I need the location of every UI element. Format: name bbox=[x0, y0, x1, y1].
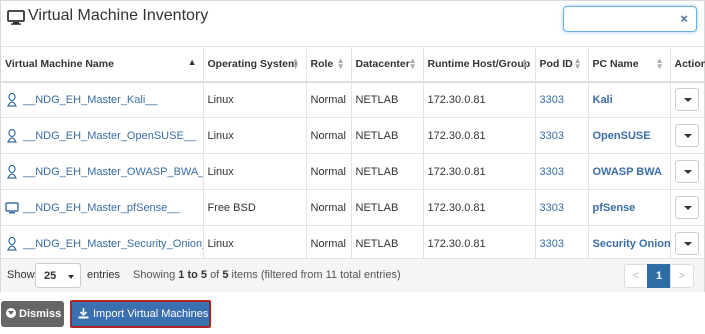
page-1-button[interactable]: 1 bbox=[647, 264, 671, 288]
page-size-select[interactable]: 25 bbox=[35, 263, 81, 288]
datacenter-cell: NETLAB bbox=[351, 189, 424, 226]
sort-icon: ▲ ▼ bbox=[573, 56, 582, 71]
os-cell: Linux bbox=[203, 81, 307, 118]
table-header-row: Virtual Machine Name ▲ Operating System ▲ ▼… bbox=[1, 46, 705, 83]
column-header-vm-name[interactable]: Virtual Machine Name ▲ bbox=[1, 46, 204, 83]
linux-icon bbox=[7, 164, 17, 179]
os-cell: Free BSD bbox=[203, 189, 307, 226]
vm-table: Virtual Machine Name ▲ Operating System ▲ ▼… bbox=[1, 46, 705, 262]
next-page-button[interactable]: > bbox=[670, 264, 694, 288]
column-header-pod-id[interactable]: Pod ID ▲ ▼ bbox=[535, 46, 589, 83]
table-footer: Show 25 entries Showing 1 to 5 of 5 item… bbox=[1, 258, 704, 292]
host-cell: 172.30.0.81 bbox=[423, 117, 536, 154]
role-cell: Normal bbox=[306, 189, 352, 226]
action-dropdown-button[interactable] bbox=[674, 88, 699, 112]
pc-name-link[interactable]: Security Onion bbox=[593, 238, 670, 250]
role-cell: Normal bbox=[306, 225, 352, 262]
linux-icon bbox=[7, 236, 17, 251]
role-cell: Normal bbox=[306, 153, 352, 190]
linux-icon bbox=[7, 92, 17, 107]
pod-id-link[interactable]: 3303 bbox=[540, 94, 564, 106]
host-cell: 172.30.0.81 bbox=[423, 81, 536, 118]
column-header-datacenter[interactable]: Datacenter ▲ ▼ bbox=[351, 46, 424, 83]
sort-icon: ▲ ▼ bbox=[655, 56, 664, 71]
role-cell: Normal bbox=[306, 81, 352, 118]
sort-icon: ▲ ▼ bbox=[520, 56, 529, 71]
host-cell: 172.30.0.81 bbox=[423, 153, 536, 190]
pc-name-link[interactable]: OpenSUSE bbox=[593, 130, 651, 142]
close-icon[interactable]: × bbox=[680, 11, 688, 26]
column-header-action: Action bbox=[670, 46, 705, 83]
sort-icon: ▲ ▼ bbox=[408, 56, 417, 71]
dismiss-button[interactable]: Dismiss bbox=[1, 301, 64, 327]
sort-icon: ▲ ▼ bbox=[291, 56, 300, 71]
pod-id-link[interactable]: 3303 bbox=[540, 238, 564, 250]
pagination: < 1 > bbox=[624, 264, 694, 288]
datacenter-cell: NETLAB bbox=[351, 153, 424, 190]
vm-name-link[interactable]: __NDG_EH_Master_OWASP_BWA__ bbox=[23, 165, 202, 177]
pc-name-link[interactable]: Kali bbox=[593, 94, 613, 106]
import-vms-button[interactable]: Import Virtual Machines bbox=[70, 300, 211, 328]
pod-id-link[interactable]: 3303 bbox=[540, 202, 564, 214]
os-cell: Linux bbox=[203, 117, 307, 154]
page-title: Virtual Machine Inventory bbox=[28, 7, 209, 24]
pod-id-link[interactable]: 3303 bbox=[540, 130, 564, 142]
vm-name-link[interactable]: __NDG_EH_Master_pfSense__ bbox=[23, 201, 180, 213]
pod-id-link[interactable]: 3303 bbox=[540, 166, 564, 178]
table-info: Showing 1 to 5 of 5 items (filtered from… bbox=[133, 269, 401, 281]
datacenter-cell: NETLAB bbox=[351, 117, 424, 154]
vm-name-link[interactable]: __NDG_EH_Master_OpenSUSE__ bbox=[23, 129, 196, 141]
search-input[interactable]: × bbox=[563, 6, 697, 32]
os-cell: Linux bbox=[203, 153, 307, 190]
table-row: __NDG_EH_Master_Security_Onion__ Linux N… bbox=[1, 225, 704, 262]
table-row: __NDG_EH_Master_OpenSUSE__ Linux Normal … bbox=[1, 117, 704, 154]
monitor-icon bbox=[7, 10, 25, 25]
column-header-role[interactable]: Role ▲ ▼ bbox=[306, 46, 352, 83]
role-cell: Normal bbox=[306, 117, 352, 154]
datacenter-cell: NETLAB bbox=[351, 225, 424, 262]
monitor-icon bbox=[5, 201, 19, 213]
vm-name-link[interactable]: __NDG_EH_Master_Kali__ bbox=[23, 94, 158, 106]
pc-name-link[interactable]: pfSense bbox=[593, 202, 636, 214]
datacenter-cell: NETLAB bbox=[351, 81, 424, 118]
action-dropdown-button[interactable] bbox=[674, 232, 699, 255]
linux-icon bbox=[7, 128, 17, 143]
table-row: __NDG_EH_Master_Kali__ Linux Normal NETL… bbox=[1, 81, 704, 118]
download-icon bbox=[78, 308, 89, 319]
column-header-os[interactable]: Operating System ▲ ▼ bbox=[203, 46, 307, 83]
show-label: Show bbox=[7, 269, 35, 281]
panel-header: Virtual Machine Inventory × bbox=[1, 1, 704, 41]
pc-name-link[interactable]: OWASP BWA bbox=[593, 166, 662, 178]
circle-arrow-down-icon bbox=[6, 308, 16, 318]
caret-down-icon bbox=[68, 275, 74, 279]
sort-asc-icon: ▲ bbox=[187, 57, 197, 67]
entries-label: entries bbox=[87, 269, 121, 281]
action-dropdown-button[interactable] bbox=[674, 124, 699, 147]
table-row: __NDG_EH_Master_pfSense__ Free BSD Norma… bbox=[1, 189, 704, 226]
page-size-value: 25 bbox=[44, 270, 57, 282]
sort-icon: ▲ ▼ bbox=[336, 56, 345, 71]
os-cell: Linux bbox=[203, 225, 307, 262]
vm-name-link[interactable]: __NDG_EH_Master_Security_Onion__ bbox=[23, 237, 202, 249]
column-header-runtime-host[interactable]: Runtime Host/Group ▲ ▼ bbox=[423, 46, 536, 83]
inventory-panel: Virtual Machine Inventory × Virtual Mach… bbox=[0, 0, 705, 292]
action-dropdown-button[interactable] bbox=[674, 196, 699, 219]
table-row: __NDG_EH_Master_OWASP_BWA__ Linux Normal… bbox=[1, 153, 704, 190]
column-header-pc-name[interactable]: PC Name ▲ ▼ bbox=[588, 46, 671, 83]
host-cell: 172.30.0.81 bbox=[423, 189, 536, 226]
host-cell: 172.30.0.81 bbox=[423, 225, 536, 262]
action-dropdown-button[interactable] bbox=[674, 160, 699, 183]
prev-page-button[interactable]: < bbox=[624, 264, 648, 288]
